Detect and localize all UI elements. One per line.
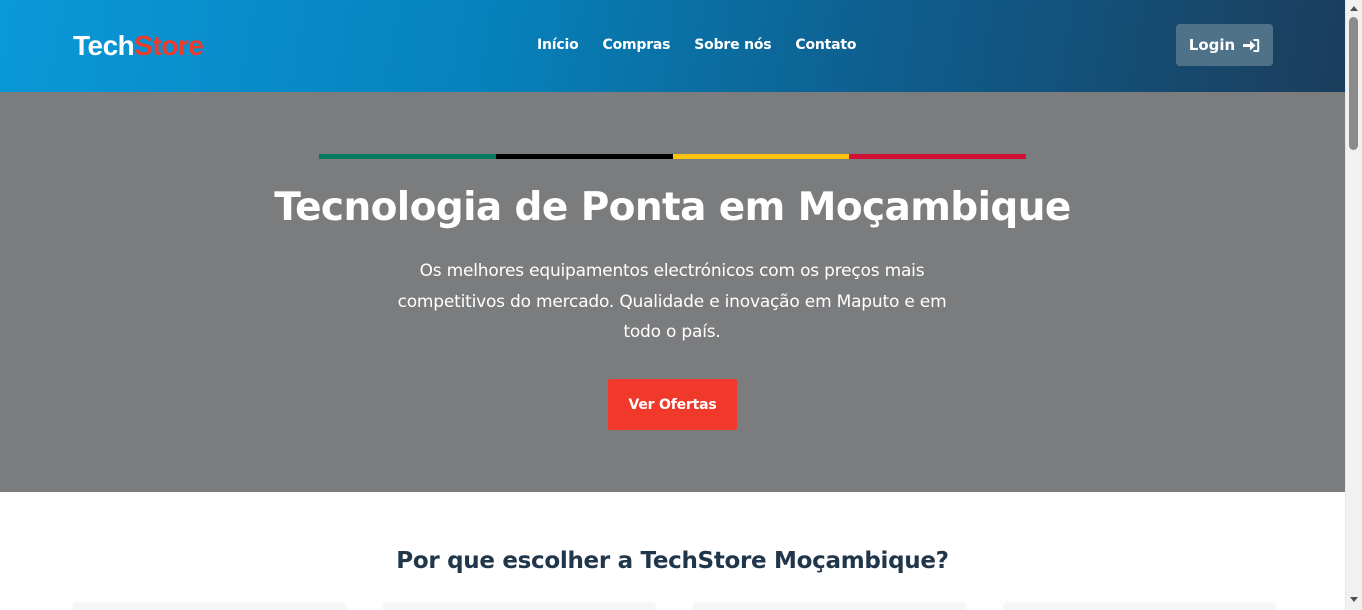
features-title: Por que escolher a TechStore Moçambique? — [396, 548, 949, 574]
flag-stripe-green — [319, 154, 496, 159]
logo[interactable]: TechStore — [73, 29, 204, 63]
login-label: Login — [1188, 36, 1236, 54]
hero-description: Os melhores equipamentos electrónicos co… — [397, 261, 947, 342]
flag-stripe-yellow — [672, 154, 850, 159]
scroll-thumb[interactable] — [1349, 17, 1358, 150]
logo-tech: Tech — [73, 30, 135, 61]
flag-stripe-red — [849, 154, 1026, 159]
page: TechStore Início Compras Sobre nós Conta… — [0, 0, 1345, 610]
site-header: TechStore Início Compras Sobre nós Conta… — [0, 0, 1345, 92]
scroll-down-arrow-icon[interactable] — [1350, 597, 1358, 602]
hero-section: Tecnologia de Ponta em Moçambique Os mel… — [0, 92, 1345, 492]
feature-card — [383, 603, 656, 610]
nav-contato[interactable]: Contato — [795, 34, 856, 56]
scroll-up-arrow-icon[interactable] — [1350, 6, 1358, 11]
main-nav: Início Compras Sobre nós Contato — [537, 34, 857, 56]
feature-card — [1003, 603, 1276, 610]
feature-card — [73, 603, 346, 610]
nav-inicio[interactable]: Início — [537, 34, 579, 56]
nav-compras[interactable]: Compras — [603, 34, 671, 56]
mozambique-flag-bar — [319, 154, 1026, 159]
logo-store: Store — [134, 30, 204, 61]
flag-stripe-black — [495, 154, 673, 159]
vertical-scrollbar[interactable] — [1345, 0, 1362, 610]
nav-sobre-nos[interactable]: Sobre nós — [694, 34, 771, 56]
sign-in-icon — [1243, 38, 1260, 53]
login-button[interactable]: Login — [1176, 24, 1273, 66]
feature-card — [693, 603, 966, 610]
ver-ofertas-button[interactable]: Ver Ofertas — [608, 379, 737, 430]
hero-title: Tecnologia de Ponta em Moçambique — [274, 185, 1071, 230]
